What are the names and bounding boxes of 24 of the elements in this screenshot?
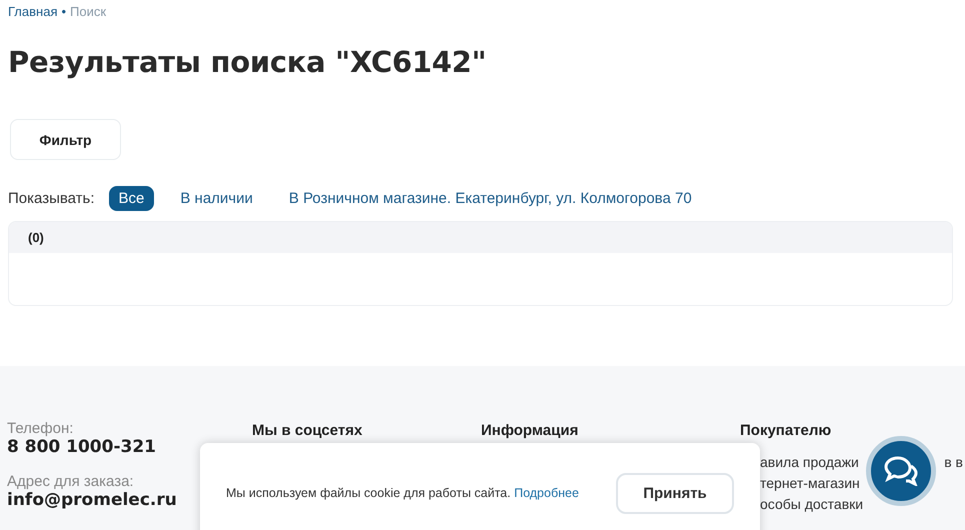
email-label: Адрес для заказа: — [7, 473, 134, 490]
results-count: (0) — [28, 230, 44, 245]
phone-label: Телефон: — [7, 420, 74, 437]
filter-option[interactable]: В наличии — [170, 186, 263, 211]
footer-link[interactable]: в в — [944, 453, 963, 472]
page-title: Результаты поиска "XC6142" — [8, 45, 488, 79]
accept-button[interactable]: Принять — [616, 472, 734, 514]
breadcrumb-link[interactable]: Главная — [8, 4, 58, 19]
filter-option[interactable]: В Розничном магазине. Екатеринбург, ул. Колмогорова 70 — [278, 186, 702, 211]
filter-option[interactable]: Все — [108, 186, 154, 211]
chat-icon — [884, 456, 918, 486]
cookie-text: Мы используем файлы cookie для работы сайта. Подробнее — [226, 486, 580, 500]
column-heading: Покупателю — [740, 422, 832, 439]
email-link[interactable]: info@promelec.ru — [7, 490, 177, 510]
footer-link[interactable]: авила продажи — [760, 453, 859, 472]
footer-link[interactable]: тернет-магазин — [760, 474, 860, 493]
column-heading: Мы в соцсетях — [252, 422, 364, 439]
show-label: Показывать: — [8, 190, 95, 207]
footer-link[interactable]: особы доставки — [760, 495, 864, 514]
more-link[interactable]: Подробнее — [514, 486, 579, 500]
separator-icon: • — [61, 4, 66, 19]
filter-button[interactable]: Фильтр — [10, 119, 121, 160]
phone-number[interactable]: 8 800 1000-321 — [7, 437, 156, 457]
column-heading: Информация — [481, 422, 580, 439]
